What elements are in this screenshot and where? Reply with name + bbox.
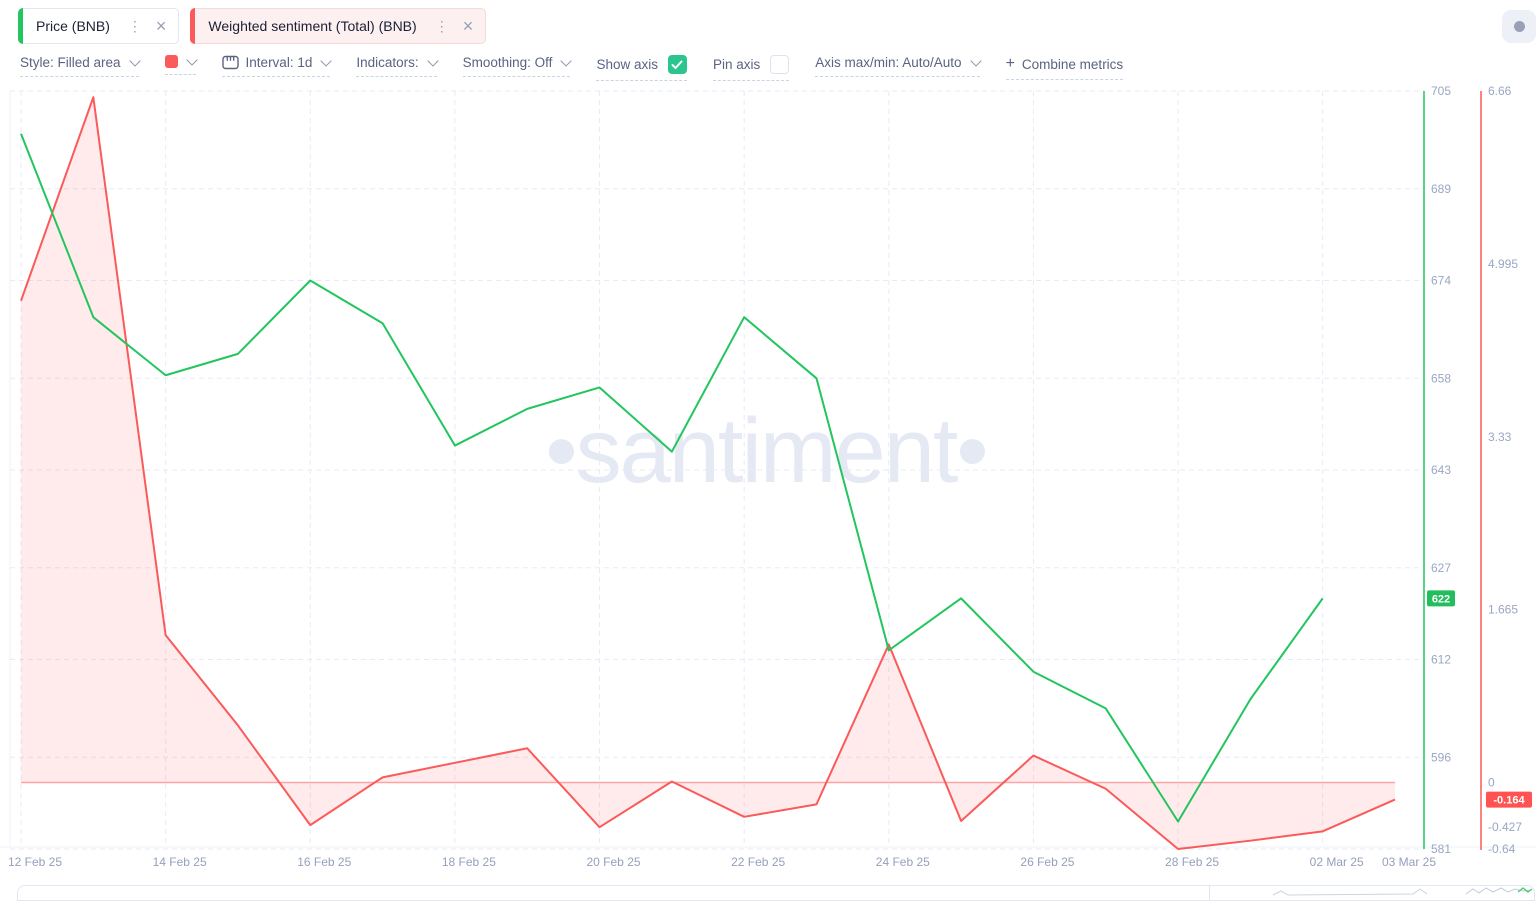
sentiment-axis-label: -0.427 — [1488, 820, 1522, 834]
sentiment-axis-label: 0 — [1488, 776, 1495, 790]
chart-toolbar: Style: Filled area Interval: 1d Indicato… — [20, 55, 1123, 81]
show-axis-label: Show axis — [596, 57, 658, 72]
check-icon — [671, 60, 683, 70]
timeline-preview[interactable] — [17, 885, 1535, 901]
pin-axis-toggle[interactable]: Pin axis — [713, 55, 789, 81]
axis-maxmin-dropdown[interactable]: Axis max/min: Auto/Auto — [815, 55, 979, 77]
price-axis-label: 689 — [1431, 182, 1451, 196]
x-axis-label: 12 Feb 25 — [8, 855, 62, 869]
sentiment-axis-label: 6.66 — [1488, 84, 1512, 98]
price-axis-label: 612 — [1431, 653, 1451, 667]
sentiment-fill — [21, 97, 1395, 849]
interval-ruler-icon — [222, 55, 239, 70]
combine-metrics-label: Combine metrics — [1022, 57, 1123, 72]
combine-metrics-button[interactable]: + Combine metrics — [1006, 55, 1124, 80]
style-dropdown[interactable]: Style: Filled area — [20, 55, 139, 77]
chevron-down-icon — [129, 55, 140, 66]
sentiment-axis-label: 3.33 — [1488, 430, 1512, 444]
chevron-down-icon — [321, 55, 332, 66]
sentiment-axis-label: 4.995 — [1488, 257, 1518, 271]
price-axis-label: 658 — [1431, 371, 1451, 385]
price-axis-label: 643 — [1431, 463, 1451, 477]
plus-icon: + — [1006, 55, 1015, 73]
metric-chip-label: Price (BNB) — [36, 18, 110, 34]
metric-color-bar — [18, 8, 23, 44]
interval-dropdown[interactable]: Interval: 1d — [222, 55, 331, 77]
indicators-dropdown[interactable]: Indicators: — [356, 55, 436, 77]
chart-canvas[interactable]: 705 689 674 658 643 627 612 596 581 6.66 4.995 3.33… — [0, 0, 1536, 892]
sentiment-axis-label: -0.64 — [1488, 842, 1516, 856]
x-axis-label: 03 Mar 25 — [1382, 855, 1436, 869]
x-axis-label: 16 Feb 25 — [297, 855, 351, 869]
close-icon[interactable]: × — [461, 17, 476, 35]
chevron-down-icon — [186, 54, 197, 65]
color-swatch-dropdown[interactable] — [165, 55, 196, 75]
kebab-icon[interactable]: ⋮ — [432, 19, 452, 33]
show-axis-checkbox[interactable] — [668, 55, 687, 74]
style-dropdown-label: Style: Filled area — [20, 55, 121, 70]
price-last-value-badge: 622 — [1432, 593, 1450, 605]
preview-sparkline — [18, 886, 1534, 900]
price-axis-label: 627 — [1431, 561, 1451, 575]
price-axis-label: 596 — [1431, 750, 1451, 764]
interval-dropdown-label: Interval: 1d — [246, 55, 313, 70]
smoothing-dropdown[interactable]: Smoothing: Off — [463, 55, 571, 77]
x-axis-label: 26 Feb 25 — [1020, 855, 1074, 869]
x-axis-label: 22 Feb 25 — [731, 855, 785, 869]
metric-chips-row: Price (BNB) ⋮ × Weighted sentiment (Tota… — [18, 8, 486, 44]
x-axis-label: 20 Feb 25 — [587, 855, 641, 869]
pin-axis-checkbox[interactable] — [770, 55, 789, 74]
sentiment-last-value-badge: -0.164 — [1493, 795, 1525, 807]
price-axis-label: 581 — [1431, 842, 1451, 856]
price-axis-label: 674 — [1431, 274, 1451, 288]
color-swatch — [165, 55, 178, 68]
show-axis-toggle[interactable]: Show axis — [596, 55, 687, 81]
metric-chip-sentiment[interactable]: Weighted sentiment (Total) (BNB) ⋮ × — [190, 8, 486, 44]
metric-chip-price[interactable]: Price (BNB) ⋮ × — [18, 8, 179, 44]
floating-action-button[interactable] — [1502, 10, 1536, 43]
kebab-icon[interactable]: ⋮ — [125, 19, 145, 33]
chevron-down-icon — [561, 55, 572, 66]
metric-chip-label: Weighted sentiment (Total) (BNB) — [208, 18, 416, 34]
smoothing-dropdown-label: Smoothing: Off — [463, 55, 553, 70]
axis-maxmin-label: Axis max/min: Auto/Auto — [815, 55, 961, 70]
x-axis-label: 24 Feb 25 — [876, 855, 930, 869]
chevron-down-icon — [427, 55, 438, 66]
x-axis-label: 02 Mar 25 — [1310, 855, 1364, 869]
x-axis-label: 14 Feb 25 — [153, 855, 207, 869]
pin-axis-label: Pin axis — [713, 57, 760, 72]
price-axis-label: 705 — [1431, 84, 1451, 98]
x-axis-label: 28 Feb 25 — [1165, 855, 1219, 869]
x-axis-label: 18 Feb 25 — [442, 855, 496, 869]
dot-icon — [1514, 21, 1525, 32]
chevron-down-icon — [970, 55, 981, 66]
close-icon[interactable]: × — [154, 17, 169, 35]
indicators-dropdown-label: Indicators: — [356, 55, 418, 70]
sentiment-axis-label: 1.665 — [1488, 603, 1518, 617]
metric-color-bar — [190, 8, 195, 44]
